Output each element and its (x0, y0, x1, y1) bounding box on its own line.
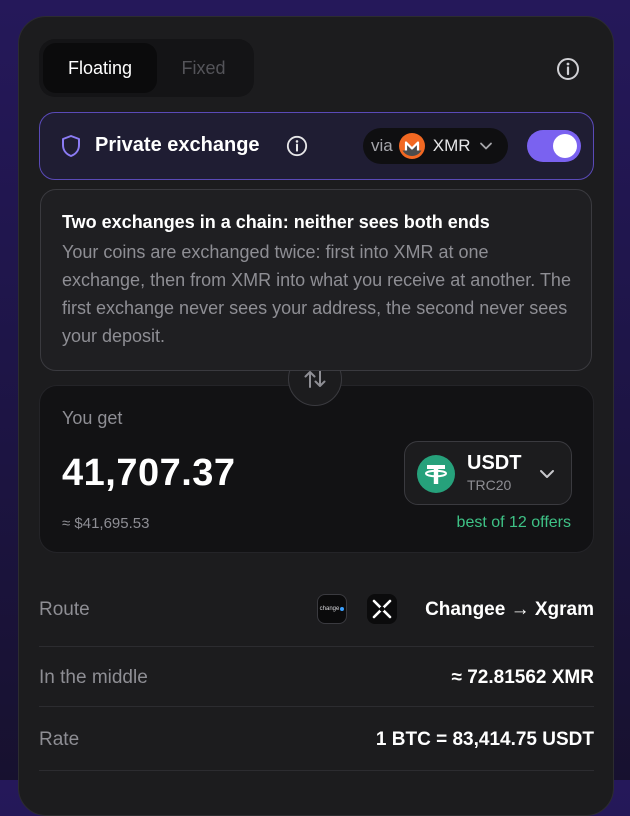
info-icon[interactable] (556, 57, 580, 81)
via-label: via (371, 136, 393, 155)
route-row: Route change Changee → Xgram (39, 578, 594, 647)
route-logos: change (317, 594, 397, 624)
xgram-logo (367, 594, 397, 624)
info-icon[interactable] (286, 135, 308, 157)
you-get-panel: You get 41,707.37 ≈ $41,695.53 USDT TRC2… (39, 385, 594, 553)
shield-icon (62, 135, 80, 157)
chevron-down-icon (479, 142, 492, 150)
changee-logo: change (317, 594, 347, 624)
tether-icon (417, 455, 455, 493)
private-exchange-toggle[interactable] (527, 130, 581, 162)
chevron-down-icon (540, 470, 554, 478)
tooltip-body: Your coins are exchanged twice: first in… (62, 242, 571, 346)
via-coin-selector[interactable]: via XMR (363, 128, 508, 164)
rate-value: 1 BTC = 83,414.75 USDT (375, 729, 594, 750)
you-get-label: You get (62, 408, 123, 428)
rate-row: Rate 1 BTC = 83,414.75 USDT (39, 707, 594, 771)
middle-amount-value: ≈ 72.81562 XMR (451, 667, 594, 688)
receive-token-ticker: USDT (467, 452, 522, 474)
route-label: Route (39, 599, 90, 620)
rate-label: Rate (39, 729, 80, 750)
private-exchange-tooltip: Two exchanges in a chain: neither sees b… (40, 189, 592, 371)
private-exchange-label: Private exchange (95, 134, 260, 156)
best-offer-note[interactable]: best of 12 offers (457, 514, 571, 532)
tooltip-title: Two exchanges in a chain: neither sees b… (62, 212, 490, 232)
receive-token-network: TRC20 (467, 477, 512, 493)
private-exchange-banner: Private exchange via XMR (39, 112, 594, 180)
xgram-icon (372, 599, 392, 619)
receive-token-selector[interactable]: USDT TRC20 (404, 441, 572, 505)
route-value: Changee → Xgram (425, 599, 594, 620)
monero-icon (398, 133, 425, 159)
middle-amount-label: In the middle (39, 667, 148, 688)
swap-arrows-icon (304, 370, 326, 388)
toggle-knob (553, 134, 577, 158)
changee-logo-text: change (319, 606, 340, 612)
middle-amount-row: In the middle ≈ 72.81562 XMR (39, 647, 594, 707)
floating-rate-tab[interactable]: Floating (43, 43, 157, 93)
via-coin-ticker: XMR (432, 136, 471, 155)
rate-type-switch: Floating Fixed (39, 39, 254, 97)
receive-amount: 41,707.37 (62, 452, 236, 494)
receive-usd-value: ≈ $41,695.53 (62, 515, 150, 532)
fixed-rate-tab[interactable]: Fixed (157, 43, 250, 93)
exchange-card: Floating Fixed Private exchange via XMR (18, 16, 614, 816)
